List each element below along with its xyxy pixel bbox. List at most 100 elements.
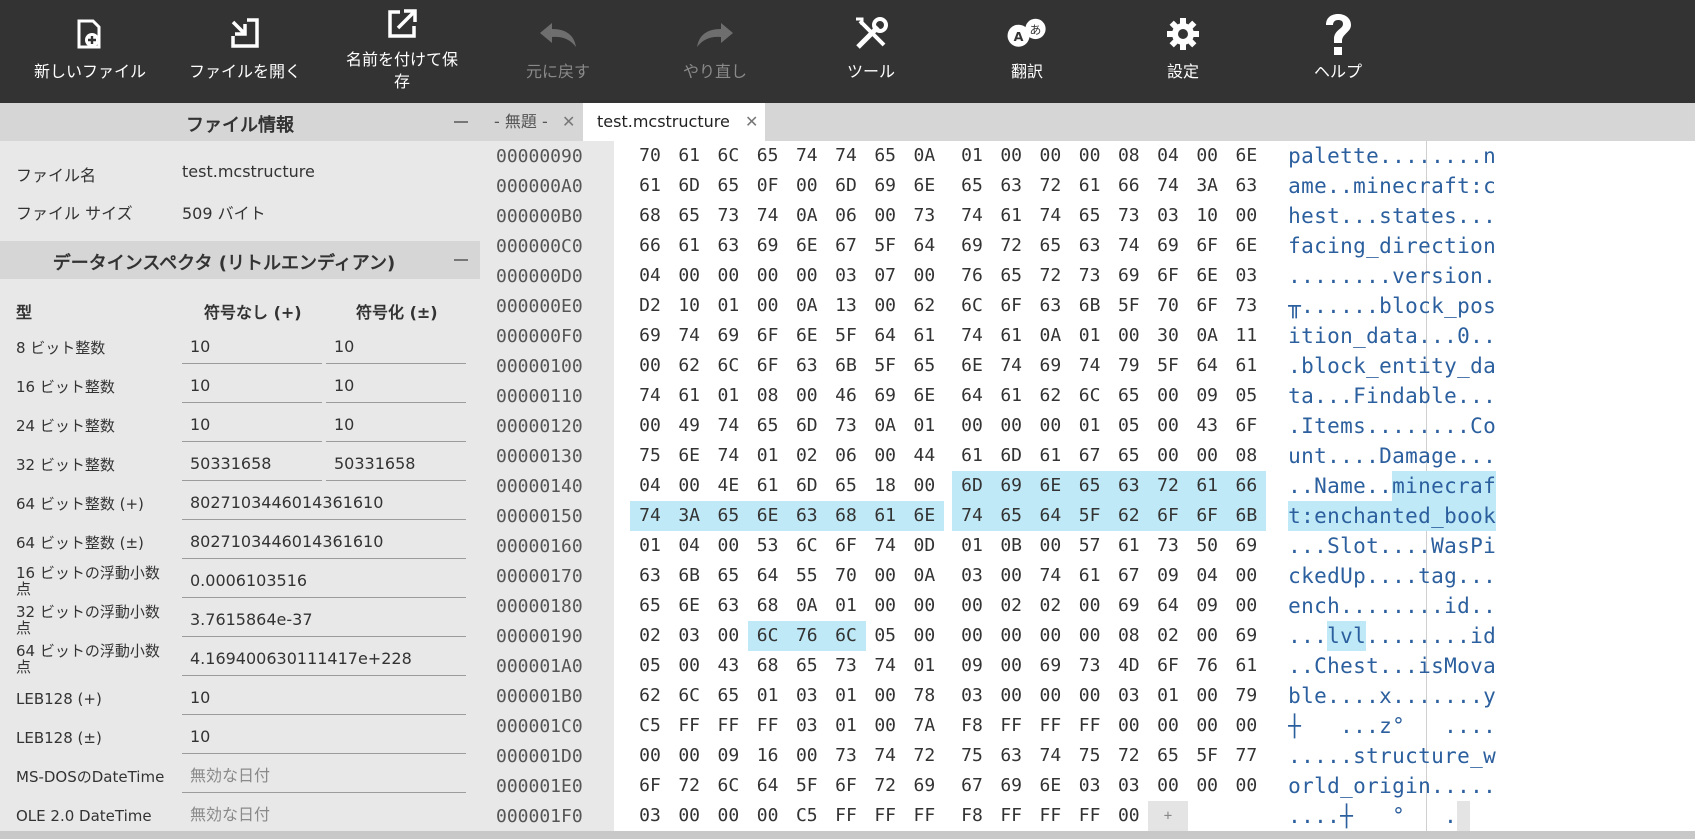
hex-byte[interactable]: 01 xyxy=(904,411,944,441)
hex-byte[interactable]: 64 xyxy=(904,231,944,261)
ascii-char[interactable]: . xyxy=(1483,261,1496,291)
hex-byte[interactable]: 61 xyxy=(669,231,709,261)
signed-value[interactable]: 50331658 xyxy=(326,447,466,481)
ascii-char[interactable]: . xyxy=(1483,321,1496,351)
hex-byte[interactable]: 73 xyxy=(826,741,866,771)
ascii-char[interactable]: n xyxy=(1327,501,1340,531)
hex-byte[interactable]: 0A xyxy=(787,201,827,231)
ascii-char[interactable]: a xyxy=(1405,321,1418,351)
hex-byte[interactable]: 62 xyxy=(1108,501,1149,531)
ascii-char[interactable]: . xyxy=(1366,591,1379,621)
ascii-char[interactable]: . xyxy=(1457,561,1470,591)
hex-byte[interactable]: 00 xyxy=(991,561,1031,591)
hex-byte[interactable]: 00 xyxy=(787,261,827,291)
ascii-char[interactable]: . xyxy=(1405,621,1418,651)
ascii-char[interactable]: o xyxy=(1405,291,1418,321)
ascii-char[interactable]: t xyxy=(1314,411,1327,441)
hex-byte[interactable]: 6E xyxy=(669,591,709,621)
hex-byte[interactable]: 00 xyxy=(904,471,944,501)
hex-byte[interactable]: 72 xyxy=(991,231,1031,261)
hex-byte[interactable]: 00 xyxy=(1148,771,1188,801)
ascii-char[interactable]: S xyxy=(1327,531,1340,561)
hex-byte[interactable]: 0A xyxy=(787,591,827,621)
ascii-char[interactable]: h xyxy=(1288,201,1301,231)
unsigned-value[interactable]: 10 xyxy=(182,408,322,442)
ascii-char[interactable] xyxy=(1353,801,1366,831)
hex-byte[interactable]: 61 xyxy=(1070,561,1110,591)
hex-byte[interactable]: 6E xyxy=(1187,261,1227,291)
hex-byte[interactable]: 74 xyxy=(952,501,992,531)
value-field[interactable]: 8027103446014361610 xyxy=(182,525,466,559)
hex-byte[interactable]: 6D xyxy=(669,171,709,201)
ascii-char[interactable]: . xyxy=(1405,561,1418,591)
ascii-char[interactable]: x xyxy=(1379,681,1392,711)
hex-byte[interactable]: 61 xyxy=(991,321,1031,351)
hex-byte[interactable]: 00 xyxy=(904,261,944,291)
ascii-char[interactable]: I xyxy=(1301,411,1314,441)
hex-byte[interactable]: 18 xyxy=(865,471,905,501)
ascii-char[interactable]: . xyxy=(1405,591,1418,621)
ascii-char[interactable]: . xyxy=(1392,591,1405,621)
hex-byte[interactable]: FF xyxy=(865,801,905,831)
ascii-char[interactable]: l xyxy=(1327,621,1340,651)
ascii-char[interactable]: a xyxy=(1405,201,1418,231)
ascii-char[interactable]: a xyxy=(1366,501,1379,531)
hex-byte[interactable]: 00 xyxy=(748,801,788,831)
ascii-char[interactable]: t xyxy=(1366,531,1379,561)
ascii-char[interactable]: d xyxy=(1418,501,1431,531)
hex-byte[interactable]: 6C xyxy=(826,621,866,651)
ascii-char[interactable] xyxy=(1431,711,1444,741)
hex-byte[interactable]: 61 xyxy=(1226,651,1266,681)
hex-byte[interactable]: 01 xyxy=(826,711,866,741)
ascii-char[interactable]: . xyxy=(1301,741,1314,771)
ascii-char[interactable]: . xyxy=(1405,651,1418,681)
ascii-char[interactable]: . xyxy=(1314,381,1327,411)
ascii-char[interactable]: r xyxy=(1418,171,1431,201)
hex-byte[interactable]: 69 xyxy=(1109,261,1149,291)
hex-byte[interactable]: 00 xyxy=(1187,621,1227,651)
hex-byte[interactable]: 00 xyxy=(1030,621,1070,651)
hex-byte[interactable]: 03 xyxy=(1109,771,1149,801)
hex-byte[interactable]: 03 xyxy=(1226,261,1266,291)
hex-byte[interactable]: 78 xyxy=(904,681,944,711)
ascii-char[interactable]: a xyxy=(1301,381,1314,411)
hex-byte[interactable]: 03 xyxy=(1070,771,1110,801)
hex-byte[interactable]: FF xyxy=(991,711,1031,741)
hex-byte[interactable]: 0A xyxy=(1030,321,1070,351)
ascii-char[interactable]: . xyxy=(1457,711,1470,741)
hex-byte[interactable]: FF xyxy=(669,711,709,741)
ascii-char[interactable]: e xyxy=(1288,591,1301,621)
ascii-char[interactable]: a xyxy=(1483,651,1496,681)
hex-byte[interactable]: 00 xyxy=(630,411,670,441)
ascii-char[interactable]: i xyxy=(1457,231,1470,261)
hex-byte[interactable]: 00 xyxy=(1187,711,1227,741)
hex-byte[interactable]: 6E xyxy=(747,501,788,531)
ascii-char[interactable]: i xyxy=(1444,591,1457,621)
hex-byte[interactable]: 69 xyxy=(1030,651,1070,681)
hex-byte[interactable]: 69 xyxy=(1148,231,1188,261)
hex-byte[interactable]: 74 xyxy=(1070,351,1110,381)
hex-byte[interactable]: 6E xyxy=(669,441,709,471)
ascii-char[interactable]: ┼ xyxy=(1288,711,1301,741)
ascii-char[interactable]: a xyxy=(1288,171,1301,201)
ascii-char[interactable]: e xyxy=(1353,471,1366,501)
hex-byte[interactable]: 01 xyxy=(748,681,788,711)
ascii-char[interactable]: . xyxy=(1366,561,1379,591)
hex-byte[interactable]: 74 xyxy=(748,201,788,231)
hex-byte[interactable]: 02 xyxy=(991,591,1031,621)
hex-byte[interactable]: 74 xyxy=(1030,201,1070,231)
ascii-char[interactable]: i xyxy=(1405,771,1418,801)
ascii-char[interactable]: . xyxy=(1340,261,1353,291)
hex-byte[interactable]: 13 xyxy=(826,291,866,321)
hex-byte[interactable]: 72 xyxy=(865,771,905,801)
hex-byte[interactable]: 6F xyxy=(1187,231,1227,261)
hex-byte[interactable]: D2 xyxy=(630,291,670,321)
hex-byte[interactable]: 69 xyxy=(1109,591,1149,621)
ascii-char[interactable]: . xyxy=(1314,621,1327,651)
hex-byte[interactable]: 63 xyxy=(1030,291,1070,321)
ascii-char[interactable]: P xyxy=(1470,531,1483,561)
hex-byte[interactable]: 73 xyxy=(1109,201,1149,231)
hex-byte[interactable]: 70 xyxy=(826,561,866,591)
hex-byte[interactable]: 61 xyxy=(1109,531,1149,561)
hex-byte[interactable]: FF xyxy=(826,801,866,831)
